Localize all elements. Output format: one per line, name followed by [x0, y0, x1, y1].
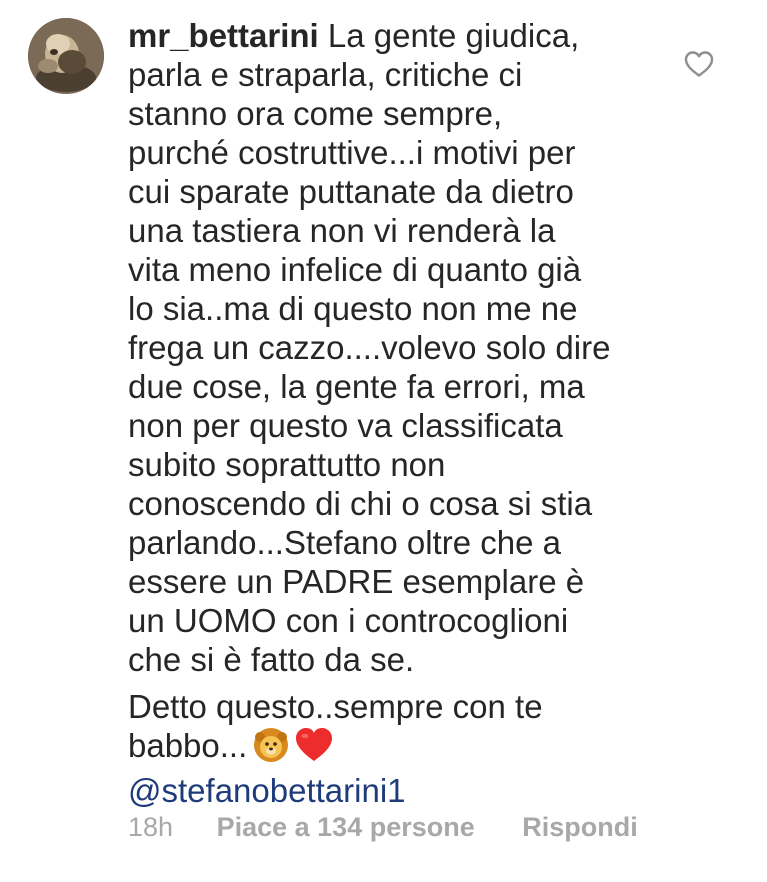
username-link[interactable]: mr_bettarini	[128, 17, 319, 54]
comment-line: vita meno infelice di quanto già	[128, 251, 582, 288]
comment-line: babbo...	[128, 727, 248, 764]
timestamp: 18h	[128, 812, 174, 842]
comment-line: parla e straparla, critiche ci	[128, 56, 523, 93]
comment-line: La gente giudica,	[327, 17, 580, 54]
comment-text: mr_bettarini La gente giudica, parla e s…	[128, 16, 658, 810]
comment-body: mr_bettarini La gente giudica, parla e s…	[128, 16, 658, 810]
comment-line: conoscendo di chi o cosa si stia	[128, 485, 593, 522]
comment-line: una tastiera non vi renderà la	[128, 212, 556, 249]
avatar-photo	[28, 18, 104, 94]
comment-line: cui sparate puttanate da dietro	[128, 173, 574, 210]
comment-line: subito soprattutto non	[128, 446, 446, 483]
avatar[interactable]	[28, 18, 104, 94]
comment-line: stanno ora come sempre,	[128, 95, 503, 132]
mention-link[interactable]: @stefanobettarini1	[128, 771, 658, 810]
comment: mr_bettarini La gente giudica, parla e s…	[0, 0, 767, 882]
comment-meta: 18h Piace a 134 persone Rispondi	[128, 810, 638, 844]
comment-line: due cose, la gente fa errori, ma	[128, 368, 585, 405]
comment-line: Detto questo..sempre con te	[128, 688, 543, 725]
comment-line: lo sia..ma di questo non me ne	[128, 290, 578, 327]
comment-last-line: babbo...	[128, 726, 658, 771]
comment-line: non per questo va classificata	[128, 407, 563, 444]
likes-count-button[interactable]: Piace a 134 persone	[217, 810, 475, 844]
comment-line: frega un cazzo....volevo solo dire	[128, 329, 611, 366]
comment-line: parlando...Stefano oltre che a	[128, 524, 561, 561]
comment-line: essere un PADRE esemplare è	[128, 563, 585, 600]
lion-emoji	[253, 727, 289, 771]
comment-first-line: mr_bettarini La gente giudica,	[128, 16, 658, 55]
comment-line: che si è fatto da se.	[128, 641, 415, 678]
comment-line: purché costruttive...i motivi per	[128, 134, 576, 171]
reply-button[interactable]: Rispondi	[522, 810, 638, 844]
red-heart-emoji	[295, 727, 333, 771]
comment-line: un UOMO con i controcoglioni	[128, 602, 569, 639]
heart-outline-icon[interactable]	[683, 48, 715, 80]
